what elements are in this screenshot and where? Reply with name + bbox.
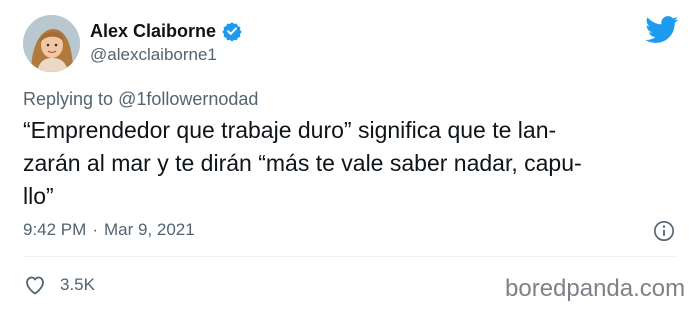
- avatar-image: [23, 15, 80, 72]
- reply-to-handle[interactable]: @1followernodad: [118, 89, 258, 109]
- avatar[interactable]: [23, 15, 80, 72]
- tweet-time[interactable]: 9:42 PM: [23, 220, 86, 239]
- meta-separator: ·: [92, 220, 98, 239]
- tweet-line: zarán al mar y te dirán “más te vale sab…: [23, 150, 582, 176]
- author-name-row[interactable]: Alex Claiborne: [90, 20, 242, 42]
- tweet-timestamp[interactable]: 9:42 PM · Mar 9, 2021: [23, 219, 195, 241]
- info-icon[interactable]: [653, 220, 675, 242]
- reply-prefix: Replying to: [23, 89, 114, 109]
- reply-context: Replying to @1followernodad: [23, 88, 258, 110]
- like-count[interactable]: 3.5K: [60, 274, 95, 296]
- tweet-line: llo”: [23, 183, 54, 209]
- watermark: boredpanda.com: [505, 275, 686, 302]
- verified-badge-icon: [222, 22, 242, 41]
- author-display-name[interactable]: Alex Claiborne: [90, 20, 216, 42]
- divider: [23, 256, 677, 257]
- tweet-date[interactable]: Mar 9, 2021: [104, 220, 195, 239]
- twitter-bird-icon[interactable]: [645, 16, 679, 44]
- heart-icon[interactable]: [23, 273, 47, 297]
- tweet-text: “Emprendedor que trabaje duro” significa…: [23, 114, 688, 213]
- author-handle[interactable]: @alexclaiborne1: [90, 45, 217, 65]
- tweet-line: “Emprendedor que trabaje duro” significa…: [23, 117, 557, 143]
